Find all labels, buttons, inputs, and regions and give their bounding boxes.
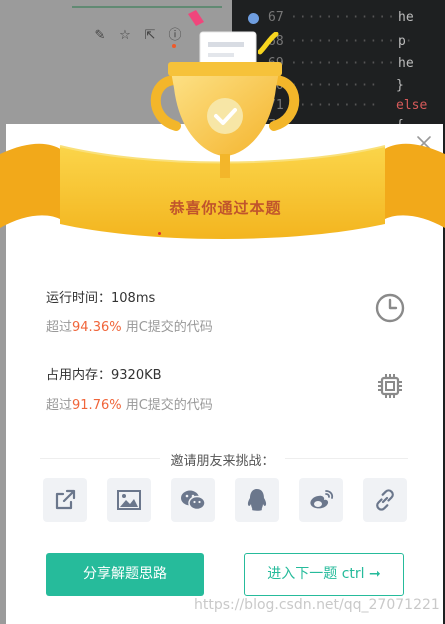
external-share-icon (55, 489, 76, 510)
memory-label: 占用内存： (46, 368, 112, 383)
memory-beat-percent: 91.76% (72, 398, 122, 413)
confetti-dot (158, 232, 161, 235)
confetti-icon (258, 32, 279, 55)
wechat-icon (181, 490, 206, 511)
share-qq-button[interactable] (235, 478, 279, 522)
edit-icon: ✎ (94, 28, 106, 43)
clock-icon (375, 293, 405, 323)
runtime-beat-text: 超过94.36% 用C提交的代码 (46, 320, 213, 335)
next-problem-button[interactable]: 进入下一题 ctrl ➞ (244, 553, 404, 596)
share-solution-button[interactable]: 分享解题思路 (46, 553, 204, 596)
memory-beat-text: 超过91.76% 用C提交的代码 (46, 398, 213, 413)
share-image-button[interactable] (107, 478, 151, 522)
memory-value: 9320KB (111, 368, 162, 383)
copy-link-button[interactable] (363, 478, 407, 522)
confetti-icon (188, 10, 204, 26)
runtime-row: 运行时间：108ms (46, 287, 155, 306)
link-icon (376, 489, 394, 511)
runtime-label: 运行时间： (46, 291, 112, 306)
runtime-value: 108ms (111, 291, 156, 306)
watermark-text: https://blog.csdn.net/qq_27071221 (194, 597, 440, 613)
confetti-dot (172, 44, 176, 48)
image-icon (117, 490, 141, 510)
star-icon: ☆ (119, 28, 131, 43)
runtime-beat-percent: 94.36% (72, 320, 122, 335)
trophy-icon (150, 31, 300, 178)
weibo-icon (310, 490, 334, 509)
congrats-banner-text: 恭喜你通过本题 (169, 199, 282, 217)
chip-icon (378, 374, 402, 398)
share-weibo-button[interactable] (299, 478, 343, 522)
memory-row: 占用内存：9320KB (46, 364, 162, 383)
share-external-button[interactable] (43, 478, 87, 522)
background-link-underline (72, 0, 222, 8)
qq-icon (247, 489, 267, 511)
invite-heading: 邀请朋友来挑战： (0, 450, 445, 469)
share-wechat-button[interactable] (171, 478, 215, 522)
